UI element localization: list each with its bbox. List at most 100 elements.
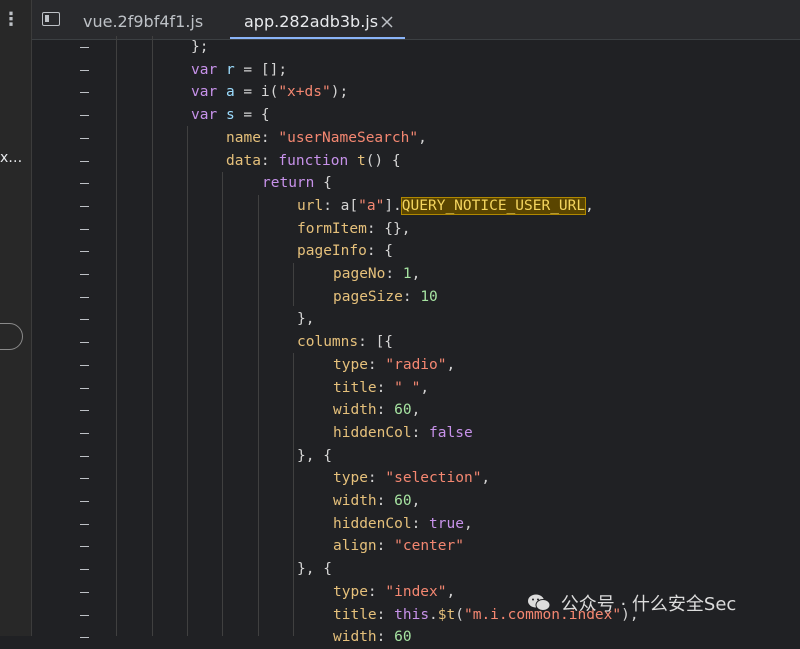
keyword-token: return: [262, 175, 315, 192]
property-token: align: [333, 538, 377, 555]
property-token: name: [226, 129, 261, 146]
punctuation-token: }, {: [297, 447, 332, 464]
code-line[interactable]: var s = {: [191, 104, 270, 127]
gutter-diff-mark: [80, 274, 89, 275]
gutter-diff-mark: [80, 342, 89, 344]
keyword-token: var: [191, 61, 218, 78]
gutter-diff-mark: [80, 296, 89, 298]
indent-guide: [187, 126, 188, 636]
punctuation-token: .: [429, 606, 438, 623]
gutter-diff-mark: [80, 251, 89, 253]
code-line[interactable]: type: "selection",: [333, 467, 490, 490]
property-token: t: [356, 152, 366, 169]
code-line[interactable]: hiddenCol: true,: [333, 513, 473, 536]
code-line[interactable]: width: 60: [333, 626, 412, 649]
code-line[interactable]: pageSize: 10: [333, 286, 438, 309]
punctuation-token: : a[: [323, 197, 359, 214]
punctuation-token: [348, 153, 357, 169]
punctuation-token: ,: [446, 583, 456, 600]
indent-guide: [222, 172, 223, 636]
number-token: 10: [420, 288, 438, 305]
code-line[interactable]: pageInfo: {: [297, 240, 393, 263]
punctuation-token: = {: [234, 107, 270, 124]
punctuation-token: :: [376, 629, 395, 646]
punctuation-token: :: [385, 266, 403, 282]
wechat-icon: [528, 594, 551, 611]
code-line[interactable]: width: 60,: [333, 399, 420, 422]
punctuation-token: :: [367, 470, 386, 487]
punctuation-token: );: [330, 84, 349, 101]
property-token: url: [297, 197, 324, 214]
code-line[interactable]: formItem: {},: [297, 218, 411, 241]
punctuation-token: :: [260, 129, 279, 146]
punctuation-token: () {: [365, 152, 401, 169]
tab-vue-js[interactable]: vue.2f9bf4f1.js: [83, 0, 203, 39]
punctuation-token: ,: [585, 197, 594, 214]
code-line[interactable]: var r = [];: [191, 59, 287, 82]
code-line[interactable]: type: "radio",: [333, 354, 455, 377]
code-line[interactable]: columns: [{: [297, 331, 393, 354]
sidebar-toggle[interactable]: [0, 323, 23, 350]
watermark: 公众号 · 什么安全Sec: [527, 590, 736, 616]
tab-label: vue.2f9bf4f1.js: [83, 12, 204, 31]
punctuation-token: :: [376, 493, 395, 509]
gutter-diff-mark: [80, 614, 89, 616]
punctuation-token: :: [402, 288, 421, 305]
number-token: 1: [402, 266, 412, 282]
code-line[interactable]: title: " ",: [333, 377, 429, 400]
tab-app-js[interactable]: app.282adb3b.js: [230, 0, 405, 39]
gutter-diff-mark: [80, 478, 89, 480]
code-line[interactable]: url: a["a"].QUERY_NOTICE_USER_URL,: [297, 195, 594, 218]
code-line[interactable]: name: "userNameSearch",: [226, 127, 427, 150]
string-token: "a": [358, 197, 385, 214]
property-token: type: [333, 583, 368, 600]
code-line[interactable]: },: [297, 308, 314, 331]
close-icon[interactable]: [380, 15, 394, 29]
property-token: width: [333, 629, 377, 646]
property-token: formItem: [297, 220, 367, 237]
code-line[interactable]: width: 60,: [333, 490, 420, 513]
code-line[interactable]: type: "index",: [333, 581, 455, 604]
code-line[interactable]: }, {: [297, 558, 332, 581]
editor-tab-bar: vue.2f9bf4f1.js app.282adb3b.js: [32, 0, 800, 40]
code-line[interactable]: hiddenCol: false: [333, 422, 473, 445]
property-token: title: [333, 379, 377, 396]
punctuation-token: :: [367, 583, 386, 600]
code-line[interactable]: return {: [262, 172, 332, 195]
code-line[interactable]: align: "center": [333, 535, 464, 558]
keyword-token: var: [191, 84, 218, 101]
code-line[interactable]: pageNo: 1,: [333, 263, 420, 286]
gutter-diff-mark: [80, 591, 89, 593]
punctuation-token: :: [376, 538, 395, 555]
keyword-token: var: [191, 107, 218, 124]
string-token: " ": [394, 379, 421, 396]
toggle-navigator-icon[interactable]: [42, 12, 60, 26]
punctuation-token: :: [376, 379, 395, 396]
string-token: "userNameSearch": [278, 129, 419, 146]
string-token: "index": [385, 583, 447, 600]
code-line[interactable]: };: [191, 36, 208, 59]
number-token: 60: [394, 402, 412, 419]
indent-guide: [116, 36, 117, 636]
gutter-diff-mark: [80, 205, 89, 207]
keyword-token: this: [394, 606, 430, 623]
code-line[interactable]: data: function t() {: [226, 150, 401, 173]
punctuation-token: [217, 84, 226, 100]
punctuation-token: }, {: [297, 561, 332, 578]
gutter-diff-mark: [80, 637, 89, 639]
watermark-text: 公众号 · 什么安全Sec: [560, 594, 737, 615]
property-token: width: [333, 402, 377, 419]
indent-guide: [152, 36, 153, 636]
property-token: width: [333, 493, 377, 509]
gutter-diff-mark: [80, 115, 89, 117]
more-options-icon[interactable]: ⋮: [0, 8, 22, 32]
code-line[interactable]: var a = i("x+ds");: [191, 81, 348, 104]
punctuation-token: (: [455, 606, 464, 623]
code-line[interactable]: }, {: [297, 445, 332, 468]
sidebar-truncated-label[interactable]: x…: [0, 150, 22, 166]
gutter-diff-mark: [80, 501, 89, 502]
gutter-diff-mark: [80, 410, 89, 412]
punctuation-token: {: [314, 175, 332, 192]
punctuation-token: ,: [446, 356, 456, 373]
gutter-diff-mark: [80, 569, 89, 571]
